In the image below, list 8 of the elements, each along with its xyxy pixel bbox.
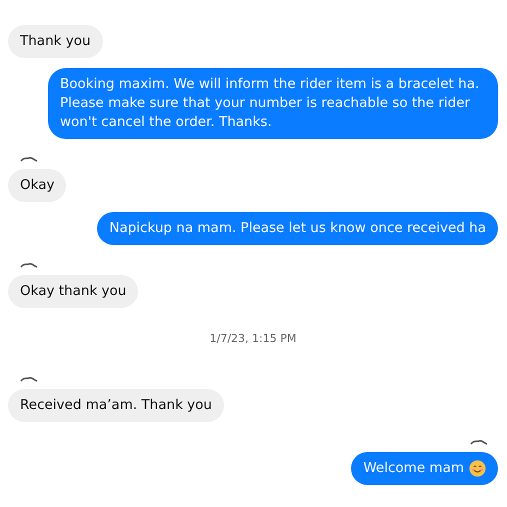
timestamp: 1/7/23, 1:15 PM [208,332,298,345]
message-bubble: Okay thank you [8,275,138,308]
message-bubble: Welcome mam [351,452,498,485]
message-bubble: Booking maxim. We will inform the rider item is a bracelet ha. Please make sure that your number is reachable so the rider won't cancel the order. Thanks. [48,68,498,139]
message-bubble: Thank you [8,25,103,58]
message-bubble: Napickup na mam. Please let us know once received ha [97,212,498,245]
message-bubble: Received ma’am. Thank you [8,389,224,422]
message-bubble: Okay [8,169,66,202]
